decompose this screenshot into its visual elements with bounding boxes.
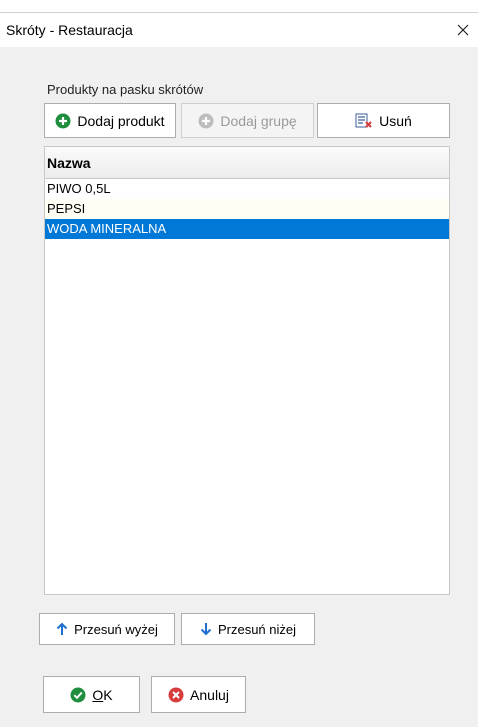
table-row[interactable]: PEPSI [45, 199, 449, 219]
plus-circle-icon [198, 113, 214, 129]
products-grid[interactable]: Nazwa PIWO 0,5L PEPSI WODA MINERALNA [44, 146, 450, 595]
table-row[interactable]: PIWO 0,5L [45, 179, 449, 199]
plus-circle-icon [55, 113, 71, 129]
close-icon [457, 24, 469, 36]
move-down-button[interactable]: Przesuń niżej [181, 613, 315, 645]
cancel-circle-icon [168, 687, 184, 703]
move-up-button[interactable]: Przesuń wyżej [39, 613, 175, 645]
cancel-button[interactable]: Anuluj [151, 676, 246, 713]
add-product-label: Dodaj produkt [77, 112, 165, 129]
section-label: Produkty na pasku skrótów [47, 82, 204, 97]
arrow-up-icon [56, 622, 68, 636]
title-bar: Skróty - Restauracja [0, 13, 478, 47]
delete-list-icon [355, 113, 373, 129]
cancel-label: Anuluj [190, 686, 229, 703]
check-circle-icon [70, 687, 86, 703]
add-group-label: Dodaj grupę [220, 112, 297, 129]
move-up-label: Przesuń wyżej [74, 621, 158, 637]
arrow-down-icon [200, 622, 212, 636]
delete-button[interactable]: Usuń [317, 103, 450, 138]
ok-button[interactable]: OK [43, 676, 140, 713]
move-down-label: Przesuń niżej [217, 621, 297, 637]
close-button[interactable] [448, 13, 478, 47]
ok-label: OK [92, 686, 113, 703]
add-group-button[interactable]: Dodaj grupę [181, 103, 314, 138]
window-title: Skróty - Restauracja [6, 22, 133, 38]
delete-label: Usuń [379, 112, 412, 129]
add-product-button[interactable]: Dodaj produkt [44, 103, 176, 138]
table-row-selected[interactable]: WODA MINERALNA [45, 219, 449, 239]
column-header-name[interactable]: Nazwa [45, 147, 449, 179]
